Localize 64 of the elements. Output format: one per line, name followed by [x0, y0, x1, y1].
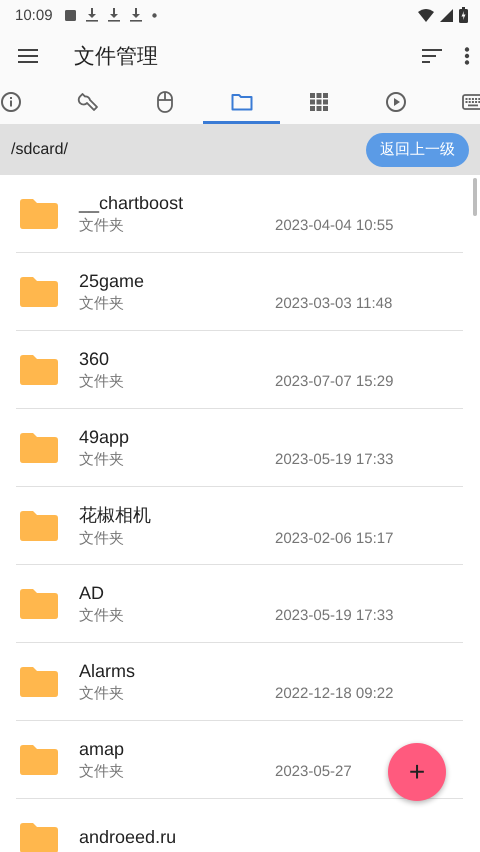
notification-icon	[64, 10, 76, 20]
current-path: /sdcard/	[11, 140, 68, 158]
file-date: 2023-05-19 17:33	[275, 450, 394, 468]
file-row[interactable]: 360 文件夹 2023-07-07 15:29	[16, 331, 463, 409]
scrollbar	[473, 178, 477, 216]
folder-icon	[20, 510, 58, 540]
file-name: 25game	[79, 270, 146, 292]
folder-icon	[20, 276, 58, 306]
file-name: 49app	[79, 426, 130, 448]
file-date: 2022-12-18 09:22	[275, 684, 394, 702]
file-row[interactable]: 25game 文件夹 2023-03-03 11:48	[16, 253, 463, 331]
folder-icon	[20, 588, 58, 618]
file-date: 2023-05-19 17:33	[275, 606, 394, 624]
file-type: 文件夹	[79, 294, 124, 312]
app-title: 文件管理	[74, 44, 158, 70]
file-date: 2023-03-03 11:48	[275, 294, 394, 312]
keyboard-icon	[462, 94, 480, 110]
file-type: 文件夹	[79, 606, 124, 624]
folder-icon	[230, 92, 252, 110]
file-type: 文件夹	[79, 216, 124, 234]
play-icon	[384, 90, 406, 112]
wifi-icon	[418, 8, 434, 22]
file-name: Alarms	[79, 660, 136, 682]
file-name: 花椒相机	[79, 504, 152, 527]
file-type: 文件夹	[79, 372, 124, 390]
file-name: __chartboost	[79, 192, 184, 214]
signal-icon	[440, 8, 453, 22]
file-row[interactable]: 花椒相机 文件夹 2023-02-06 15:17	[16, 487, 463, 565]
folder-icon	[20, 744, 58, 774]
mouse-icon	[156, 90, 174, 114]
download-icon	[130, 8, 142, 22]
file-type: 文件夹	[79, 529, 124, 548]
file-type: 文件夹	[79, 684, 124, 702]
folder-icon	[20, 666, 58, 696]
folder-icon	[20, 198, 58, 228]
file-type: 文件夹	[79, 450, 124, 468]
sort-icon[interactable]	[422, 49, 442, 63]
file-row[interactable]: androeed.ru	[16, 799, 463, 852]
info-icon	[0, 90, 22, 112]
battery-icon	[459, 7, 468, 23]
file-date: 2023-02-06 15:17	[275, 530, 394, 547]
file-date: 2023-07-07 15:29	[275, 372, 394, 390]
file-row[interactable]: AD 文件夹 2023-05-19 17:33	[16, 565, 463, 643]
file-name: AD	[79, 582, 106, 604]
folder-icon	[20, 354, 58, 384]
dot-icon	[152, 12, 157, 18]
add-button[interactable]: +	[388, 743, 446, 801]
file-date: 2023-04-04 10:55	[275, 216, 394, 234]
file-name: 360	[79, 348, 110, 370]
file-date: 2023-05-27	[275, 762, 353, 780]
download-icon	[86, 8, 98, 22]
file-row[interactable]: Alarms 文件夹 2022-12-18 09:22	[16, 643, 463, 721]
status-time: 10:09	[15, 6, 53, 24]
file-row[interactable]: 49app 文件夹 2023-05-19 17:33	[16, 409, 463, 487]
grid-icon	[308, 92, 328, 112]
file-row[interactable]: __chartboost 文件夹 2023-04-04 10:55	[16, 175, 463, 253]
file-name: androeed.ru	[79, 827, 178, 848]
menu-icon[interactable]	[18, 49, 38, 63]
download-icon	[108, 8, 120, 22]
file-type: 文件夹	[79, 762, 124, 780]
file-name: amap	[79, 738, 126, 760]
folder-icon	[20, 432, 58, 462]
folder-icon	[20, 822, 58, 852]
more-icon[interactable]	[464, 47, 470, 65]
